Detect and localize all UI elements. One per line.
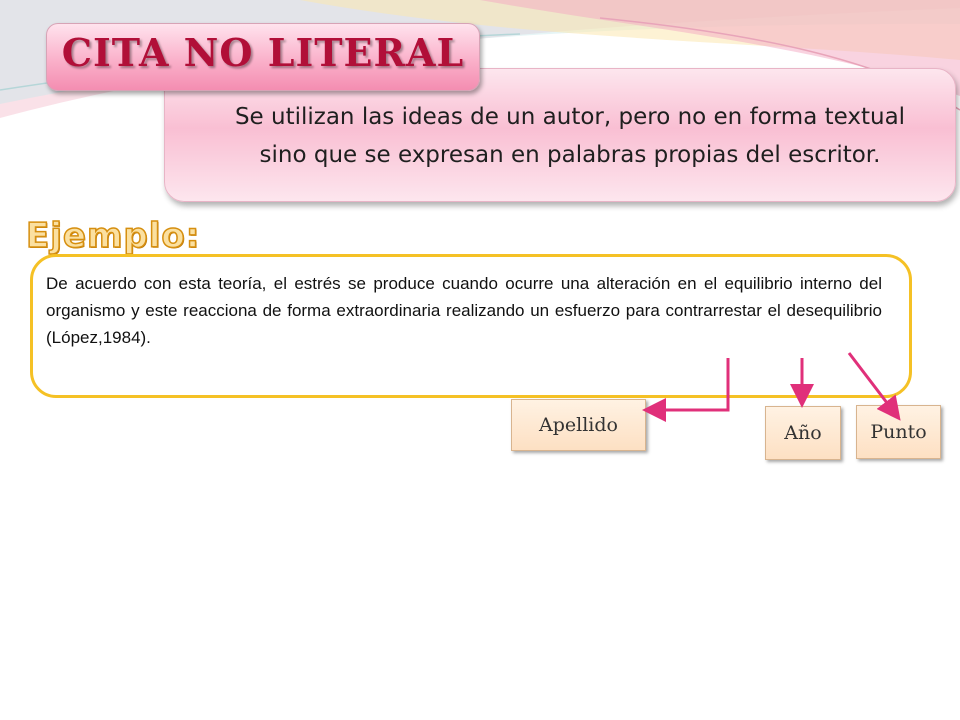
label-apellido: Apellido <box>511 399 646 451</box>
example-citation-text: De acuerdo con esta teoría, el estrés se… <box>46 274 882 347</box>
label-punto: Punto <box>856 405 941 459</box>
definition-line-2: sino que se expresan en palabras propias… <box>259 142 881 168</box>
title-banner: CITA NO LITERAL <box>46 23 480 91</box>
definition-line-1: Se utilizan las ideas de un autor, pero … <box>234 104 906 130</box>
label-anio: Año <box>765 406 841 460</box>
example-heading: Ejemplo: <box>25 215 201 257</box>
slide-title: CITA NO LITERAL <box>61 29 465 75</box>
definition-text: Se utilizan las ideas de un autor, pero … <box>190 98 950 174</box>
